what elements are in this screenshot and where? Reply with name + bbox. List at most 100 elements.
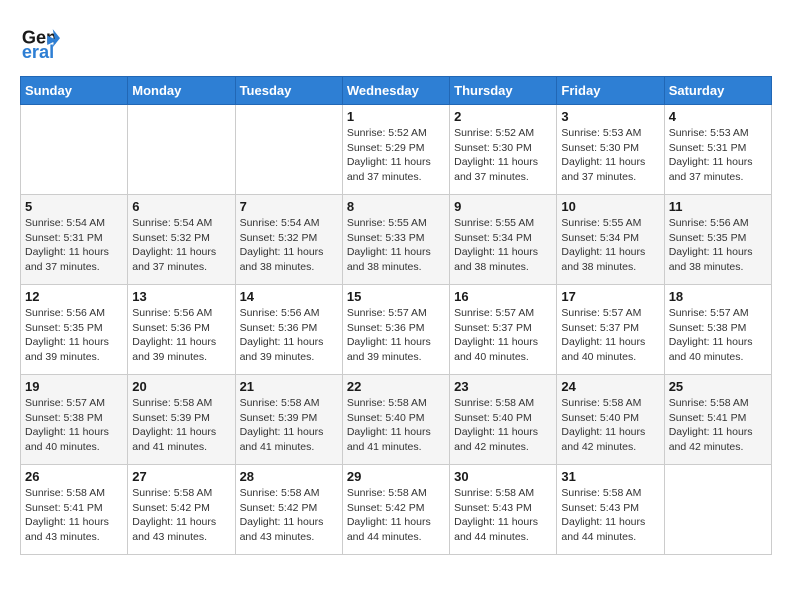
calendar-table: SundayMondayTuesdayWednesdayThursdayFrid… [20, 76, 772, 555]
calendar-cell: 7Sunrise: 5:54 AM Sunset: 5:32 PM Daylig… [235, 195, 342, 285]
day-number: 17 [561, 289, 659, 304]
day-number: 19 [25, 379, 123, 394]
day-info: Sunrise: 5:53 AM Sunset: 5:30 PM Dayligh… [561, 126, 659, 185]
day-number: 15 [347, 289, 445, 304]
day-info: Sunrise: 5:58 AM Sunset: 5:42 PM Dayligh… [240, 486, 338, 545]
day-number: 28 [240, 469, 338, 484]
calendar-cell: 28 Sunrise: 5:58 AM Sunset: 5:42 PM Dayli… [235, 465, 342, 555]
day-number: 30 [454, 469, 552, 484]
day-info: Sunrise: 5:55 AM Sunset: 5:34 PM Dayligh… [561, 216, 659, 275]
calendar-cell: 2 Sunrise: 5:52 AM Sunset: 5:30 PM Daylig… [450, 105, 557, 195]
calendar-cell: 10 Sunrise: 5:55 AM Sunset: 5:34 PM Dayli… [557, 195, 664, 285]
weekday-monday: Monday [128, 77, 235, 105]
day-number: 13 [132, 289, 230, 304]
calendar-cell: 4 Sunrise: 5:53 AM Sunset: 5:31 PM Daylig… [664, 105, 771, 195]
day-number: 14 [240, 289, 338, 304]
calendar-cell: 31 Sunrise: 5:58 AM Sunset: 5:43 PM Dayli… [557, 465, 664, 555]
week-row-3: 12 Sunrise: 5:56 AM Sunset: 5:35 PM Dayli… [21, 285, 772, 375]
day-number: 8 [347, 199, 445, 214]
day-info: Sunrise: 5:57 AM Sunset: 5:37 PM Dayligh… [454, 306, 552, 365]
calendar-cell: 30 Sunrise: 5:58 AM Sunset: 5:43 PM Dayli… [450, 465, 557, 555]
calendar-cell [21, 105, 128, 195]
day-number: 1 [347, 109, 445, 124]
day-number: 10 [561, 199, 659, 214]
day-info: Sunrise: 5:56 AM Sunset: 5:36 PM Dayligh… [240, 306, 338, 365]
day-info: Sunrise: 5:54 AM Sunset: 5:31 PM Dayligh… [25, 216, 123, 275]
calendar-cell: 3 Sunrise: 5:53 AM Sunset: 5:30 PM Daylig… [557, 105, 664, 195]
weekday-thursday: Thursday [450, 77, 557, 105]
weekday-sunday: Sunday [21, 77, 128, 105]
calendar-cell: 14 Sunrise: 5:56 AM Sunset: 5:36 PM Dayli… [235, 285, 342, 375]
day-info: Sunrise: 5:58 AM Sunset: 5:39 PM Dayligh… [240, 396, 338, 455]
weekday-tuesday: Tuesday [235, 77, 342, 105]
day-number: 2 [454, 109, 552, 124]
week-row-1: 1Sunrise: 5:52 AM Sunset: 5:29 PM Daylig… [21, 105, 772, 195]
calendar-cell: 27Sunrise: 5:58 AM Sunset: 5:42 PM Dayli… [128, 465, 235, 555]
day-info: Sunrise: 5:55 AM Sunset: 5:34 PM Dayligh… [454, 216, 552, 275]
calendar-cell [664, 465, 771, 555]
day-info: Sunrise: 5:58 AM Sunset: 5:42 PM Dayligh… [132, 486, 230, 545]
day-info: Sunrise: 5:57 AM Sunset: 5:38 PM Dayligh… [25, 396, 123, 455]
day-number: 9 [454, 199, 552, 214]
calendar-cell: 21Sunrise: 5:58 AM Sunset: 5:39 PM Dayli… [235, 375, 342, 465]
calendar-cell: 29Sunrise: 5:58 AM Sunset: 5:42 PM Dayli… [342, 465, 449, 555]
weekday-header-row: SundayMondayTuesdayWednesdayThursdayFrid… [21, 77, 772, 105]
day-number: 18 [669, 289, 767, 304]
logo-icon: Gen eral ▶ [20, 20, 60, 60]
weekday-friday: Friday [557, 77, 664, 105]
day-info: Sunrise: 5:52 AM Sunset: 5:30 PM Dayligh… [454, 126, 552, 185]
calendar-cell: 19 Sunrise: 5:57 AM Sunset: 5:38 PM Dayli… [21, 375, 128, 465]
day-number: 5 [25, 199, 123, 214]
day-number: 4 [669, 109, 767, 124]
calendar-cell: 6 Sunrise: 5:54 AM Sunset: 5:32 PM Daylig… [128, 195, 235, 285]
day-number: 7 [240, 199, 338, 214]
day-info: Sunrise: 5:58 AM Sunset: 5:43 PM Dayligh… [561, 486, 659, 545]
day-number: 12 [25, 289, 123, 304]
week-row-2: 5 Sunrise: 5:54 AM Sunset: 5:31 PM Daylig… [21, 195, 772, 285]
day-number: 3 [561, 109, 659, 124]
day-number: 6 [132, 199, 230, 214]
calendar-cell [235, 105, 342, 195]
svg-text:▶: ▶ [47, 32, 57, 47]
calendar-cell: 18 Sunrise: 5:57 AM Sunset: 5:38 PM Dayli… [664, 285, 771, 375]
calendar-cell: 16Sunrise: 5:57 AM Sunset: 5:37 PM Dayli… [450, 285, 557, 375]
day-number: 24 [561, 379, 659, 394]
day-info: Sunrise: 5:58 AM Sunset: 5:43 PM Dayligh… [454, 486, 552, 545]
day-info: Sunrise: 5:58 AM Sunset: 5:40 PM Dayligh… [347, 396, 445, 455]
day-info: Sunrise: 5:57 AM Sunset: 5:38 PM Dayligh… [669, 306, 767, 365]
calendar-cell: 11Sunrise: 5:56 AM Sunset: 5:35 PM Dayli… [664, 195, 771, 285]
day-info: Sunrise: 5:58 AM Sunset: 5:40 PM Dayligh… [561, 396, 659, 455]
calendar-cell: 15 Sunrise: 5:57 AM Sunset: 5:36 PM Dayli… [342, 285, 449, 375]
day-info: Sunrise: 5:56 AM Sunset: 5:35 PM Dayligh… [25, 306, 123, 365]
day-info: Sunrise: 5:53 AM Sunset: 5:31 PM Dayligh… [669, 126, 767, 185]
week-row-4: 19 Sunrise: 5:57 AM Sunset: 5:38 PM Dayli… [21, 375, 772, 465]
day-info: Sunrise: 5:54 AM Sunset: 5:32 PM Dayligh… [132, 216, 230, 275]
calendar-cell [128, 105, 235, 195]
day-info: Sunrise: 5:57 AM Sunset: 5:37 PM Dayligh… [561, 306, 659, 365]
calendar-cell: 5 Sunrise: 5:54 AM Sunset: 5:31 PM Daylig… [21, 195, 128, 285]
calendar-cell: 8 Sunrise: 5:55 AM Sunset: 5:33 PM Daylig… [342, 195, 449, 285]
day-info: Sunrise: 5:58 AM Sunset: 5:41 PM Dayligh… [669, 396, 767, 455]
calendar-cell: 1Sunrise: 5:52 AM Sunset: 5:29 PM Daylig… [342, 105, 449, 195]
logo: Gen eral ▶ [20, 20, 64, 60]
day-info: Sunrise: 5:58 AM Sunset: 5:41 PM Dayligh… [25, 486, 123, 545]
page-header: Gen eral ▶ [20, 20, 772, 60]
calendar-cell: 22 Sunrise: 5:58 AM Sunset: 5:40 PM Dayli… [342, 375, 449, 465]
weekday-wednesday: Wednesday [342, 77, 449, 105]
day-info: Sunrise: 5:58 AM Sunset: 5:42 PM Dayligh… [347, 486, 445, 545]
calendar-cell: 20 Sunrise: 5:58 AM Sunset: 5:39 PM Dayli… [128, 375, 235, 465]
calendar-cell: 9 Sunrise: 5:55 AM Sunset: 5:34 PM Daylig… [450, 195, 557, 285]
day-number: 23 [454, 379, 552, 394]
day-info: Sunrise: 5:56 AM Sunset: 5:35 PM Dayligh… [669, 216, 767, 275]
day-number: 22 [347, 379, 445, 394]
day-info: Sunrise: 5:56 AM Sunset: 5:36 PM Dayligh… [132, 306, 230, 365]
calendar-cell: 17 Sunrise: 5:57 AM Sunset: 5:37 PM Dayli… [557, 285, 664, 375]
day-info: Sunrise: 5:55 AM Sunset: 5:33 PM Dayligh… [347, 216, 445, 275]
day-number: 31 [561, 469, 659, 484]
calendar-cell: 23Sunrise: 5:58 AM Sunset: 5:40 PM Dayli… [450, 375, 557, 465]
day-info: Sunrise: 5:58 AM Sunset: 5:39 PM Dayligh… [132, 396, 230, 455]
day-number: 26 [25, 469, 123, 484]
calendar-body: 1Sunrise: 5:52 AM Sunset: 5:29 PM Daylig… [21, 105, 772, 555]
day-number: 20 [132, 379, 230, 394]
day-info: Sunrise: 5:57 AM Sunset: 5:36 PM Dayligh… [347, 306, 445, 365]
